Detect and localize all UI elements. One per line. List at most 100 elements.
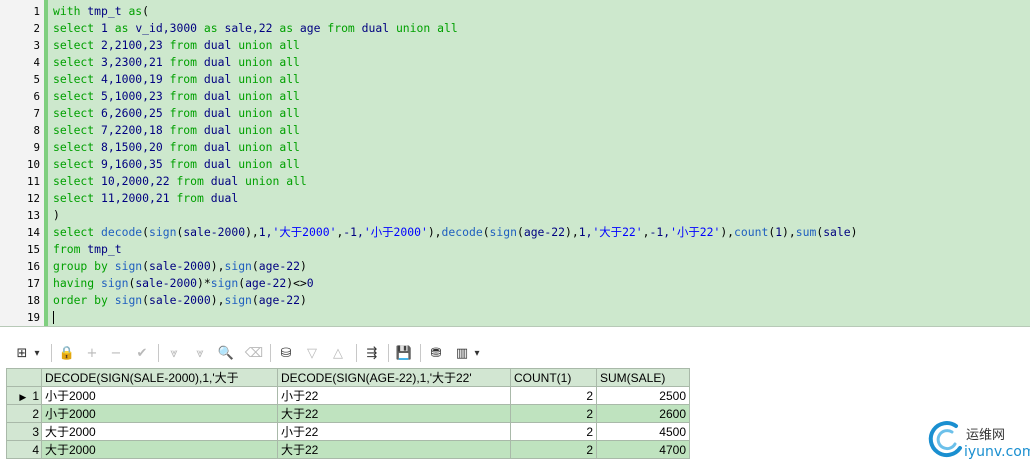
- row-header[interactable]: 4: [6, 440, 42, 459]
- row-header[interactable]: 3: [6, 422, 42, 441]
- find-icon[interactable]: 🔍: [216, 343, 236, 363]
- column-header-decode-sale[interactable]: DECODE(SIGN(SALE-2000),1,'大于: [41, 368, 278, 387]
- chart-icon[interactable]: ▥: [452, 343, 472, 363]
- code-line[interactable]: 13): [0, 207, 1030, 224]
- table-cell[interactable]: 小于22: [277, 422, 511, 441]
- row-header[interactable]: 2: [6, 404, 42, 423]
- code-token: dual: [203, 140, 239, 154]
- post-changes-icon[interactable]: ✔: [132, 343, 152, 363]
- column-header-sum-sale[interactable]: SUM(SALE): [596, 368, 690, 387]
- code-line[interactable]: 11 select 10,2000,22 from dual union all: [0, 173, 1030, 190]
- export-tree-icon[interactable]: ⇶: [362, 343, 382, 363]
- database-icon[interactable]: ⛃: [426, 343, 446, 363]
- code-token: sale: [823, 225, 851, 239]
- code-token: from: [169, 157, 204, 171]
- code-token: select: [53, 106, 102, 120]
- code-line[interactable]: 19: [0, 309, 1030, 326]
- table-cell[interactable]: 2: [510, 386, 597, 405]
- chart-dropdown-icon[interactable]: ▾: [472, 343, 482, 363]
- table-row[interactable]: ▶ 1 小于2000 小于22 2 2500: [6, 386, 690, 405]
- column-header-count[interactable]: COUNT(1): [510, 368, 597, 387]
- row-indicator-header: [6, 368, 42, 387]
- code-line[interactable]: 3 select 2,2100,23 from dual union all: [0, 37, 1030, 54]
- toolbar-separator: [51, 344, 52, 362]
- table-cell[interactable]: 2: [510, 404, 597, 423]
- code-line[interactable]: 15 from tmp_t: [0, 241, 1030, 258]
- delete-record-icon[interactable]: −: [106, 343, 126, 363]
- code-line[interactable]: 6 select 5,1000,23 from dual union all: [0, 88, 1030, 105]
- add-record-icon[interactable]: +: [82, 343, 102, 363]
- code-line[interactable]: 18 order by sign(sale-2000),sign(age-22): [0, 292, 1030, 309]
- code-line[interactable]: 17 having sign(sale-2000)*sign(age-22)<>0: [0, 275, 1030, 292]
- line-number: 13: [26, 209, 40, 222]
- table-cell[interactable]: 大于2000: [41, 422, 278, 441]
- code-token: from: [169, 55, 204, 69]
- table-cell[interactable]: 2500: [596, 386, 690, 405]
- code-token: -1,: [343, 225, 364, 239]
- code-line[interactable]: 2 select 1 as v_id,3000 as sale,22 as age…: [0, 20, 1030, 37]
- dropdown-arrow-icon[interactable]: ▾: [32, 343, 42, 363]
- table-row[interactable]: 3 大于2000 小于22 2 4500: [6, 422, 690, 441]
- table-cell[interactable]: 大于22: [277, 404, 511, 423]
- code-token: sign: [114, 259, 143, 273]
- code-line[interactable]: 8 select 7,2200,18 from dual union all: [0, 122, 1030, 139]
- result-grid-toolbar: ⊞ ▾ 🔒 + − ✔ ⩔ ⩔ 🔍 ⌫ ⛁ ▽ △ ⇶ 💾 ⛃ ▥ ▾: [0, 340, 1030, 366]
- sql-editor[interactable]: 1 with tmp_t as(2 select 1 as v_id,3000 as…: [0, 0, 1030, 327]
- line-number: 14: [26, 226, 40, 239]
- table-cell[interactable]: 小于2000: [41, 386, 278, 405]
- code-line[interactable]: 5 select 4,1000,19 from dual union all: [0, 71, 1030, 88]
- code-token: 0: [306, 276, 314, 290]
- grid-view-icon[interactable]: ⊞: [12, 343, 32, 363]
- table-cell[interactable]: 2: [510, 422, 597, 441]
- table-row[interactable]: 4 大于2000 大于22 2 4700: [6, 440, 690, 459]
- watermark-url: iyunv.com: [964, 444, 1030, 460]
- code-line[interactable]: 1 with tmp_t as(: [0, 3, 1030, 20]
- code-token: sign: [114, 293, 143, 307]
- code-token: from: [169, 89, 204, 103]
- table-cell[interactable]: 2600: [596, 404, 690, 423]
- table-cell[interactable]: 2: [510, 440, 597, 459]
- filter-icon[interactable]: ▽: [302, 343, 322, 363]
- save-icon[interactable]: 💾: [394, 343, 414, 363]
- code-token: 9,1600,35: [101, 157, 170, 171]
- code-line[interactable]: 16 group by sign(sale-2000),sign(age-22): [0, 258, 1030, 275]
- code-token: dual: [203, 123, 239, 137]
- code-token: age-22: [258, 293, 300, 307]
- code-token: )<>: [286, 276, 307, 290]
- fetch-last-icon[interactable]: ⩔: [190, 343, 210, 363]
- code-line[interactable]: 14 select decode(sign(sale-2000),1,'大于200…: [0, 224, 1030, 241]
- code-token: sale-2000: [135, 276, 198, 290]
- line-number: 15: [26, 243, 40, 256]
- table-cell[interactable]: 大于2000: [41, 440, 278, 459]
- fetch-next-icon[interactable]: ⩔: [164, 343, 184, 363]
- code-line[interactable]: 9 select 8,1500,20 from dual union all: [0, 139, 1030, 156]
- table-cell[interactable]: 4500: [596, 422, 690, 441]
- table-cell[interactable]: 小于22: [277, 386, 511, 405]
- code-token: sign: [489, 225, 517, 239]
- code-token: tmp_t: [87, 4, 129, 18]
- code-token: select: [53, 174, 102, 188]
- code-line[interactable]: 10 select 9,1600,35 from dual union all: [0, 156, 1030, 173]
- table-cell[interactable]: 大于22: [277, 440, 511, 459]
- row-header[interactable]: ▶ 1: [6, 386, 42, 405]
- code-token: union all: [238, 55, 300, 69]
- table-row[interactable]: 2 小于2000 大于22 2 2600: [6, 404, 690, 423]
- lock-icon[interactable]: 🔒: [57, 343, 77, 363]
- code-token: select: [53, 191, 102, 205]
- code-line[interactable]: 4 select 3,2300,21 from dual union all: [0, 54, 1030, 71]
- code-token: ),: [245, 225, 259, 239]
- table-cell[interactable]: 小于2000: [41, 404, 278, 423]
- code-line[interactable]: 7 select 6,2600,25 from dual union all: [0, 105, 1030, 122]
- query-by-example-icon[interactable]: ⛁: [276, 343, 296, 363]
- result-grid[interactable]: DECODE(SIGN(SALE-2000),1,'大于 DECODE(SIGN…: [0, 366, 1030, 469]
- row-number: 1: [32, 388, 39, 403]
- column-header-decode-age[interactable]: DECODE(SIGN(AGE-22),1,'大于22': [277, 368, 511, 387]
- sort-icon[interactable]: △: [328, 343, 348, 363]
- table-cell[interactable]: 4700: [596, 440, 690, 459]
- code-token: union all: [245, 174, 307, 188]
- code-area[interactable]: 1 with tmp_t as(2 select 1 as v_id,3000 as…: [0, 3, 1030, 326]
- toolbar-separator: [356, 344, 357, 362]
- code-line[interactable]: 12 select 11,2000,21 from dual: [0, 190, 1030, 207]
- code-token: tmp_t: [87, 242, 122, 256]
- clear-icon[interactable]: ⌫: [244, 343, 264, 363]
